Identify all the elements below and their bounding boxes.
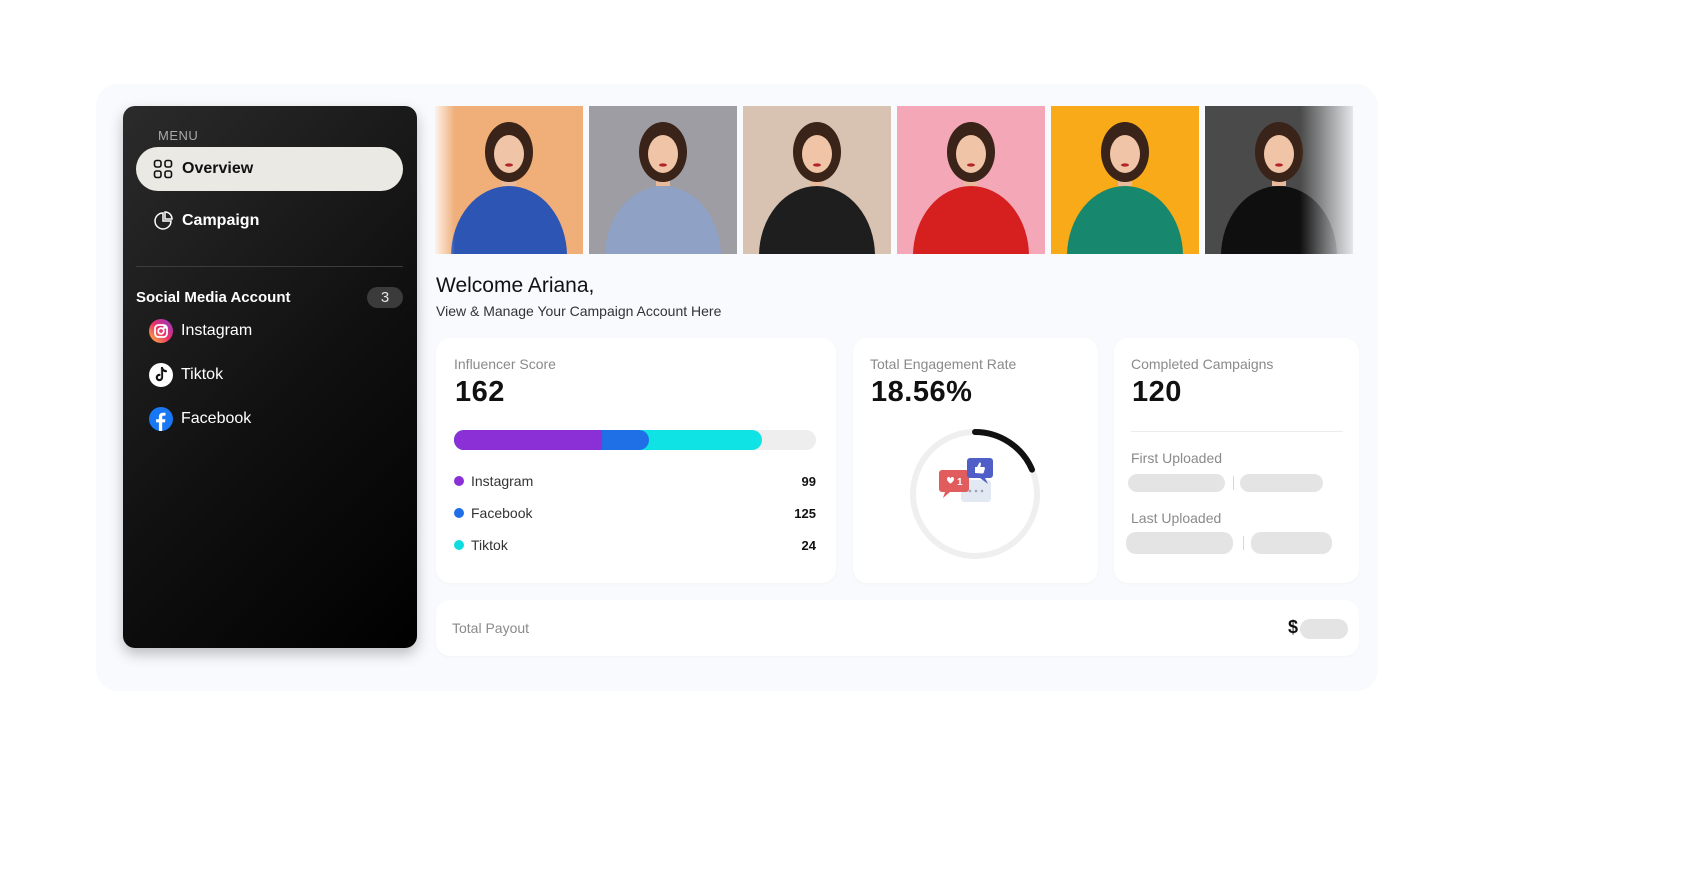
- legend-value: 125: [794, 505, 816, 521]
- last-uploaded-placeholder: [1126, 532, 1233, 554]
- influencer-photo: [589, 106, 737, 254]
- social-item-instagram[interactable]: Instagram: [149, 319, 252, 343]
- influencer-photo: [435, 106, 583, 254]
- campaign-icon: [152, 210, 174, 232]
- placeholder-separator: [1243, 536, 1244, 550]
- facebook-icon: [149, 407, 173, 431]
- last-uploaded-label: Last Uploaded: [1131, 510, 1222, 526]
- engagement-gauge: 1: [910, 429, 1040, 559]
- welcome-subtitle: View & Manage Your Campaign Account Here: [436, 303, 722, 319]
- legend-label: Instagram: [471, 473, 534, 489]
- social-media-header: Social Media Account 3: [136, 287, 403, 308]
- influencer-photo: [1051, 106, 1199, 254]
- score-bar-instagram: [454, 430, 603, 450]
- legend-value: 24: [801, 537, 816, 553]
- social-item-tiktok[interactable]: Tiktok: [149, 363, 223, 387]
- photo-strip-fade-left: [435, 106, 455, 254]
- legend-row-instagram: Instagram 99: [454, 473, 816, 489]
- legend-label: Facebook: [471, 505, 533, 521]
- nav-campaign[interactable]: Campaign: [136, 199, 403, 243]
- influencer-photo-strip: [435, 106, 1355, 254]
- first-uploaded-placeholder-2: [1240, 474, 1323, 492]
- instagram-icon: [149, 319, 173, 343]
- legend-label: Tiktok: [471, 537, 508, 553]
- chat-bubbles-icon: 1: [939, 458, 993, 502]
- nav-overview-label: Overview: [182, 160, 254, 177]
- social-item-facebook[interactable]: Facebook: [149, 407, 251, 431]
- influencer-score-card: Influencer Score 162 Instagram 99 Facebo…: [436, 338, 836, 583]
- influencer-score-bar: [454, 430, 816, 450]
- instagram-dot: [454, 476, 464, 486]
- completed-campaigns-card: Completed Campaigns 120 First Uploaded L…: [1114, 338, 1359, 583]
- influencer-photo: [897, 106, 1045, 254]
- placeholder-separator: [1233, 476, 1234, 490]
- payout-currency: $: [1288, 617, 1299, 637]
- legend-value: 99: [801, 473, 816, 489]
- social-media-title: Social Media Account: [136, 289, 291, 306]
- facebook-dot: [454, 508, 464, 518]
- nav-campaign-label: Campaign: [182, 212, 260, 229]
- social-item-label: Instagram: [181, 322, 253, 339]
- first-uploaded-label: First Uploaded: [1131, 450, 1223, 466]
- nav-overview[interactable]: Overview: [136, 147, 403, 191]
- total-payout-label: Total Payout: [452, 620, 530, 636]
- welcome-title: Welcome Ariana,: [436, 274, 595, 297]
- sidebar-divider: [136, 266, 403, 267]
- first-uploaded-placeholder: [1128, 474, 1225, 492]
- influencer-photo: [743, 106, 891, 254]
- completed-campaigns-value: 120: [1132, 376, 1182, 408]
- total-payout-card: Total Payout $: [436, 600, 1359, 656]
- social-media-count-badge: 3: [367, 287, 403, 308]
- legend-row-facebook: Facebook 125: [454, 505, 816, 521]
- photo-strip-fade-right: [1300, 106, 1360, 254]
- social-item-label: Facebook: [181, 410, 252, 427]
- notification-count: 1: [957, 477, 963, 488]
- sidebar: MENU Overview Campaign Social Media Acco…: [123, 106, 417, 648]
- last-uploaded-placeholder-2: [1251, 532, 1332, 554]
- grid-icon: [152, 158, 174, 180]
- tiktok-dot: [454, 540, 464, 550]
- engagement-rate-label: Total Engagement Rate: [870, 356, 1017, 372]
- legend-row-tiktok: Tiktok 24: [454, 537, 816, 553]
- engagement-rate-card: Total Engagement Rate 18.56% 1: [853, 338, 1098, 583]
- completed-campaigns-label: Completed Campaigns: [1131, 356, 1274, 372]
- influencer-score-value: 162: [455, 376, 505, 408]
- engagement-rate-value: 18.56%: [871, 376, 973, 408]
- menu-label: MENU: [158, 128, 199, 143]
- tiktok-icon: [149, 363, 173, 387]
- social-item-label: Tiktok: [181, 366, 224, 383]
- campaigns-divider: [1131, 431, 1343, 432]
- influencer-score-label: Influencer Score: [454, 356, 556, 372]
- payout-amount-placeholder: [1300, 619, 1348, 639]
